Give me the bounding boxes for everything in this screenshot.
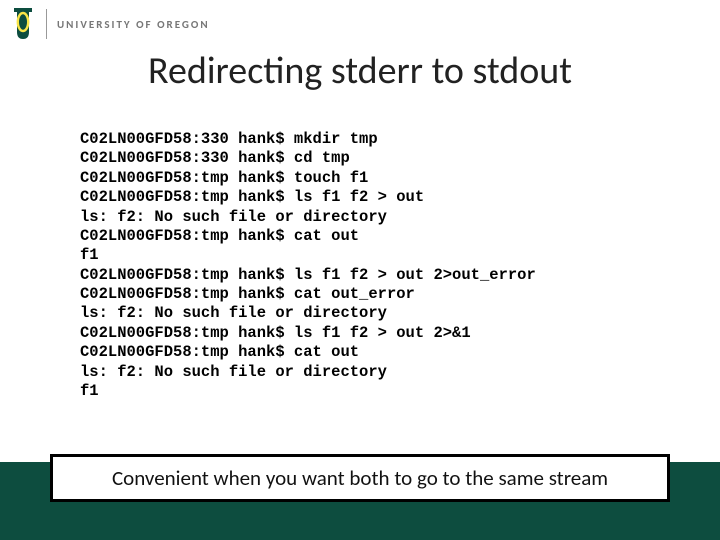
- terminal-line: f1: [80, 246, 99, 264]
- terminal-line: C02LN00GFD58:330 hank$ cd tmp: [80, 149, 350, 167]
- terminal-line: C02LN00GFD58:330 hank$ mkdir tmp: [80, 130, 378, 148]
- terminal-line: ls: f2: No such file or directory: [80, 304, 387, 322]
- terminal-output: C02LN00GFD58:330 hank$ mkdir tmp C02LN00…: [80, 130, 640, 401]
- header: UNIVERSITY OF OREGON: [10, 6, 210, 42]
- terminal-line: C02LN00GFD58:tmp hank$ ls f1 f2 > out 2>…: [80, 266, 536, 284]
- caption-box: Convenient when you want both to go to t…: [50, 454, 670, 502]
- uo-logo-icon: [10, 6, 36, 42]
- caption-text: Convenient when you want both to go to t…: [112, 465, 608, 491]
- slide: UNIVERSITY OF OREGON Redirecting stderr …: [0, 0, 720, 540]
- terminal-line: ls: f2: No such file or directory: [80, 363, 387, 381]
- slide-title: Redirecting stderr to stdout: [0, 48, 720, 94]
- terminal-line: C02LN00GFD58:tmp hank$ ls f1 f2 > out 2>…: [80, 324, 471, 342]
- terminal-line: C02LN00GFD58:tmp hank$ cat out_error: [80, 285, 415, 303]
- terminal-line: f1: [80, 382, 99, 400]
- terminal-line: C02LN00GFD58:tmp hank$ ls f1 f2 > out: [80, 188, 424, 206]
- terminal-line: C02LN00GFD58:tmp hank$ cat out: [80, 227, 359, 245]
- header-divider: [46, 9, 47, 39]
- terminal-line: C02LN00GFD58:tmp hank$ cat out: [80, 343, 359, 361]
- terminal-line: C02LN00GFD58:tmp hank$ touch f1: [80, 169, 368, 187]
- terminal-line: ls: f2: No such file or directory: [80, 208, 387, 226]
- university-name: UNIVERSITY OF OREGON: [57, 18, 210, 31]
